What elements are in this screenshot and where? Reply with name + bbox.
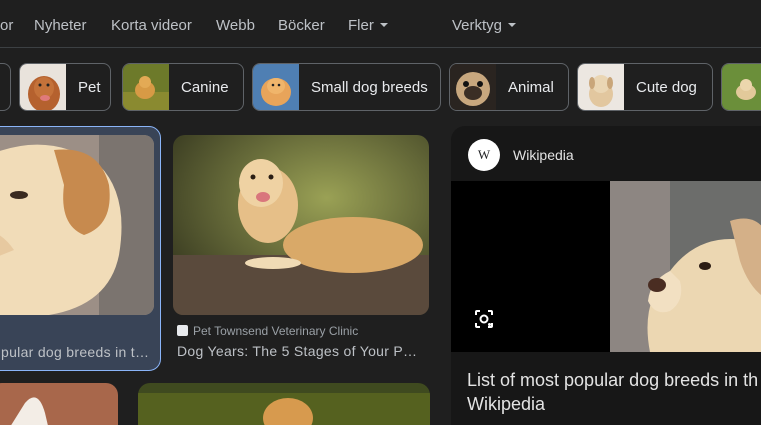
more-menu[interactable]: Fler <box>348 17 388 34</box>
chip-label: Animal <box>508 79 554 96</box>
chip-thumbnail <box>450 64 496 110</box>
chip-label: Canine <box>181 79 229 96</box>
tab-bocker[interactable]: Böcker <box>278 17 325 34</box>
result-caption: pular dog breeds in t… <box>1 344 149 360</box>
preview-image[interactable] <box>610 181 761 352</box>
chip-thumbnail <box>722 64 761 110</box>
result-caption: Dog Years: The 5 Stages of Your P… <box>177 343 418 359</box>
chip-label: Small dog breeds <box>311 79 428 96</box>
chip-animal[interactable]: Animal <box>449 63 569 111</box>
preview-title-source: Wikipedia <box>467 394 546 414</box>
preview-title-line: List of most popular dog breeds in th <box>467 370 759 390</box>
chevron-down-icon <box>508 23 517 27</box>
tools-menu[interactable]: Verktyg <box>452 17 517 34</box>
chip-partial-left[interactable] <box>0 63 11 111</box>
tab-korta-videor[interactable]: Korta videor <box>111 17 192 34</box>
tab-nyheter[interactable]: Nyheter <box>34 17 87 34</box>
chip-canine[interactable]: Canine <box>122 63 244 111</box>
chip-thumbnail <box>20 64 66 110</box>
chip-label: Pet <box>78 79 101 96</box>
chip-thumbnail <box>253 64 299 110</box>
chip-label: Cute dog <box>636 79 697 96</box>
site-favicon-icon <box>177 325 188 336</box>
result-card[interactable] <box>138 383 430 425</box>
tools-label: Verktyg <box>452 17 503 34</box>
source-name[interactable]: Wikipedia <box>513 147 574 163</box>
result-card[interactable] <box>0 383 118 425</box>
wikipedia-logo-icon: W <box>468 139 500 171</box>
result-card[interactable]: Pet Townsend Veterinary Clinic Dog Years… <box>173 135 429 360</box>
result-card-selected[interactable]: pular dog breeds in t… <box>0 126 161 371</box>
chip-small-dog-breeds[interactable]: Small dog breeds <box>252 63 441 111</box>
image-preview-panel: W Wikipedia List of most popular dog bre… <box>451 126 761 425</box>
chevron-down-icon <box>379 23 388 27</box>
related-chips-row: Pet Canine Small dog breeds Animal Cute … <box>0 63 761 111</box>
chip-partial-right[interactable] <box>721 63 761 111</box>
google-lens-icon[interactable] <box>473 308 495 330</box>
search-tabs-bar: or Nyheter Korta videor Webb Böcker Fler… <box>0 0 761 48</box>
result-image <box>173 135 429 315</box>
tab-webb[interactable]: Webb <box>216 17 255 34</box>
chip-thumbnail <box>123 64 169 110</box>
chip-cute-dog[interactable]: Cute dog <box>577 63 713 111</box>
result-image <box>0 135 154 315</box>
tab-partial[interactable]: or <box>0 17 13 34</box>
chip-pet[interactable]: Pet <box>19 63 111 111</box>
preview-title[interactable]: List of most popular dog breeds in th Wi… <box>467 368 761 416</box>
result-source: Pet Townsend Veterinary Clinic <box>177 324 358 338</box>
chip-thumbnail <box>578 64 624 110</box>
more-label: Fler <box>348 17 374 34</box>
